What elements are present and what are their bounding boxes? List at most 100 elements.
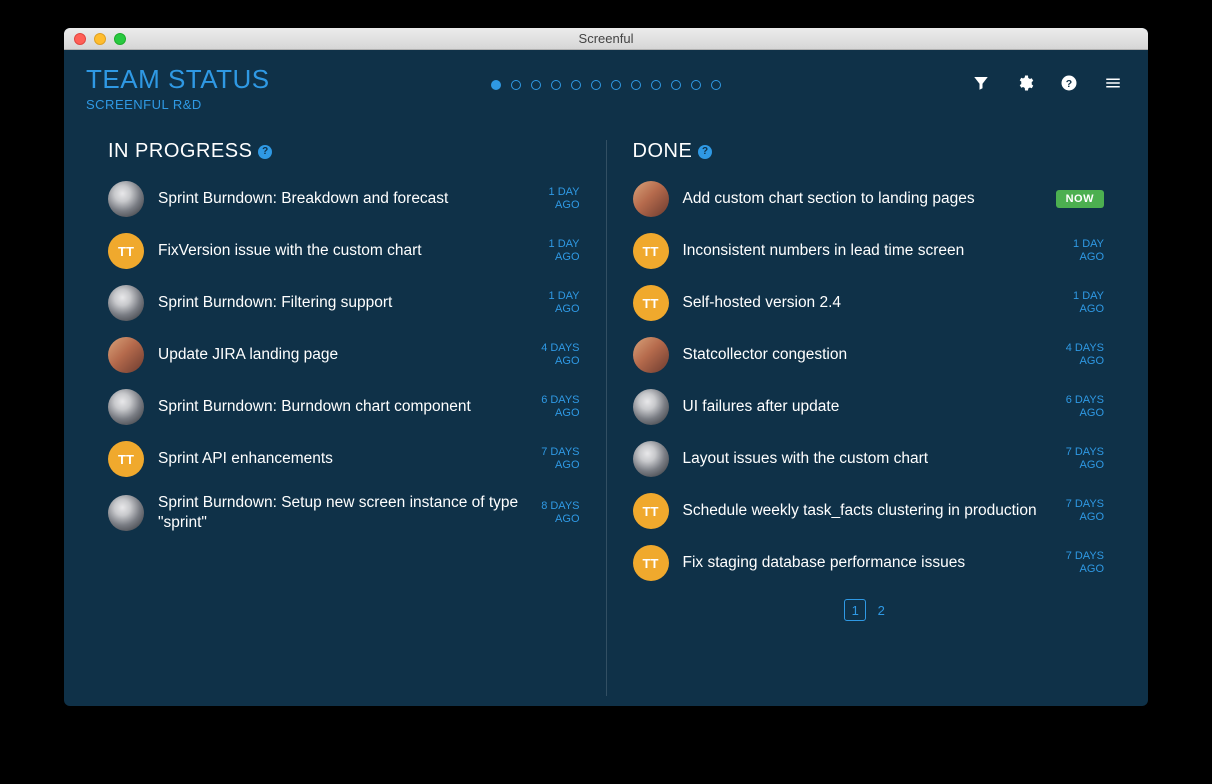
mac-titlebar: Screenful: [64, 28, 1148, 50]
task-time: 7 DAYSAGO: [541, 446, 579, 472]
column-title-text: IN PROGRESS: [108, 140, 252, 163]
svg-text:?: ?: [1066, 78, 1072, 90]
help-icon[interactable]: ?: [1060, 74, 1078, 92]
task-time: 1 DAYAGO: [549, 186, 580, 212]
task-title: Sprint Burndown: Filtering support: [158, 293, 535, 313]
gear-icon[interactable]: [1016, 74, 1034, 92]
task-row[interactable]: UI failures after update 6 DAYSAGO: [633, 389, 1105, 425]
avatar: TT: [633, 493, 669, 529]
pager-dot[interactable]: [551, 80, 561, 90]
page-title: TEAM STATUS: [86, 64, 270, 95]
task-row[interactable]: TT Fix staging database performance issue…: [633, 545, 1105, 581]
task-row[interactable]: TT Schedule weekly task_facts clustering …: [633, 493, 1105, 529]
task-title: Schedule weekly task_facts clustering in…: [683, 501, 1052, 521]
avatar: [633, 389, 669, 425]
pager-dot[interactable]: [531, 80, 541, 90]
task-row[interactable]: Add custom chart section to landing page…: [633, 181, 1105, 217]
column-done: DONE ? Add custom chart section to landi…: [606, 140, 1113, 696]
column-title-in-progress: IN PROGRESS ?: [108, 140, 580, 163]
column-title-text: DONE: [633, 140, 693, 163]
pager-dot[interactable]: [511, 80, 521, 90]
header-left: TEAM STATUS SCREENFUL R&D: [86, 64, 270, 112]
task-title: Inconsistent numbers in lead time screen: [683, 241, 1060, 261]
window-title: Screenful: [64, 31, 1148, 46]
task-time: 8 DAYSAGO: [541, 500, 579, 526]
task-time: 1 DAYAGO: [1073, 290, 1104, 316]
now-badge: NOW: [1056, 190, 1104, 208]
page-subtitle: SCREENFUL R&D: [86, 97, 270, 112]
task-title: Fix staging database performance issues: [683, 553, 1052, 573]
page-button[interactable]: 2: [870, 599, 892, 621]
avatar: TT: [633, 545, 669, 581]
avatar: TT: [633, 285, 669, 321]
pager-dot[interactable]: [671, 80, 681, 90]
app-body: TEAM STATUS SCREENFUL R&D ? IN PROGRESS …: [64, 50, 1148, 706]
task-time: 4 DAYSAGO: [1066, 342, 1104, 368]
task-row[interactable]: Sprint Burndown: Breakdown and forecast 1…: [108, 181, 580, 217]
task-title: Statcollector congestion: [683, 345, 1052, 365]
task-time: 6 DAYSAGO: [1066, 394, 1104, 420]
column-in-progress: IN PROGRESS ? Sprint Burndown: Breakdown…: [100, 140, 606, 696]
task-time: 7 DAYSAGO: [1066, 446, 1104, 472]
task-row[interactable]: TT Sprint API enhancements 7 DAYSAGO: [108, 441, 580, 477]
task-title: Sprint API enhancements: [158, 449, 527, 469]
page-button[interactable]: 1: [844, 599, 866, 621]
avatar: [108, 337, 144, 373]
task-title: FixVersion issue with the custom chart: [158, 241, 535, 261]
task-title: Add custom chart section to landing page…: [683, 189, 1042, 209]
task-title: Sprint Burndown: Breakdown and forecast: [158, 189, 535, 209]
task-time: 1 DAYAGO: [549, 238, 580, 264]
help-badge-icon[interactable]: ?: [258, 145, 272, 159]
pager-dot[interactable]: [631, 80, 641, 90]
task-row[interactable]: Sprint Burndown: Burndown chart componen…: [108, 389, 580, 425]
avatar: [108, 181, 144, 217]
task-time: 6 DAYSAGO: [541, 394, 579, 420]
task-time: 1 DAYAGO: [1073, 238, 1104, 264]
task-time: 4 DAYSAGO: [541, 342, 579, 368]
pagination: 12: [633, 599, 1105, 621]
avatar: [108, 495, 144, 531]
task-row[interactable]: TTInconsistent numbers in lead time scre…: [633, 233, 1105, 269]
task-list-done: Add custom chart section to landing page…: [633, 181, 1105, 581]
columns: IN PROGRESS ? Sprint Burndown: Breakdown…: [64, 120, 1148, 706]
pager-dot[interactable]: [491, 80, 501, 90]
avatar: TT: [108, 233, 144, 269]
pager-dot[interactable]: [691, 80, 701, 90]
menu-icon[interactable]: [1104, 74, 1122, 92]
task-list-in-progress: Sprint Burndown: Breakdown and forecast 1…: [108, 181, 580, 533]
task-time: 7 DAYSAGO: [1066, 498, 1104, 524]
pager-dot[interactable]: [651, 80, 661, 90]
task-title: Sprint Burndown: Setup new screen instan…: [158, 493, 527, 533]
pager-dot[interactable]: [571, 80, 581, 90]
avatar: TT: [108, 441, 144, 477]
task-row[interactable]: Update JIRA landing page 4 DAYSAGO: [108, 337, 580, 373]
pager-dot[interactable]: [591, 80, 601, 90]
task-title: Self-hosted version 2.4: [683, 293, 1060, 313]
task-time: 7 DAYSAGO: [1066, 550, 1104, 576]
avatar: [633, 181, 669, 217]
task-title: Update JIRA landing page: [158, 345, 527, 365]
avatar: [108, 285, 144, 321]
task-row[interactable]: TT Self-hosted version 2.4 1 DAYAGO: [633, 285, 1105, 321]
task-row[interactable]: Statcollector congestion 4 DAYSAGO: [633, 337, 1105, 373]
pager-dot[interactable]: [711, 80, 721, 90]
task-row[interactable]: Sprint Burndown: Filtering support 1 DAYA…: [108, 285, 580, 321]
task-row[interactable]: Sprint Burndown: Setup new screen instan…: [108, 493, 580, 533]
help-badge-icon[interactable]: ?: [698, 145, 712, 159]
pager-dots: [491, 80, 721, 90]
avatar: [633, 441, 669, 477]
app-header: TEAM STATUS SCREENFUL R&D ?: [64, 50, 1148, 120]
task-title: Sprint Burndown: Burndown chart componen…: [158, 397, 527, 417]
task-row[interactable]: Layout issues with the custom chart 7 DAY…: [633, 441, 1105, 477]
task-row[interactable]: TT FixVersion issue with the custom chart…: [108, 233, 580, 269]
filter-icon[interactable]: [972, 74, 990, 92]
avatar: [108, 389, 144, 425]
header-actions: ?: [972, 64, 1126, 92]
pager-dot[interactable]: [611, 80, 621, 90]
app-window: Screenful TEAM STATUS SCREENFUL R&D ? IN…: [64, 28, 1148, 706]
column-title-done: DONE ?: [633, 140, 1105, 163]
task-title: Layout issues with the custom chart: [683, 449, 1052, 469]
avatar: [633, 337, 669, 373]
task-title: UI failures after update: [683, 397, 1052, 417]
task-time: 1 DAYAGO: [549, 290, 580, 316]
